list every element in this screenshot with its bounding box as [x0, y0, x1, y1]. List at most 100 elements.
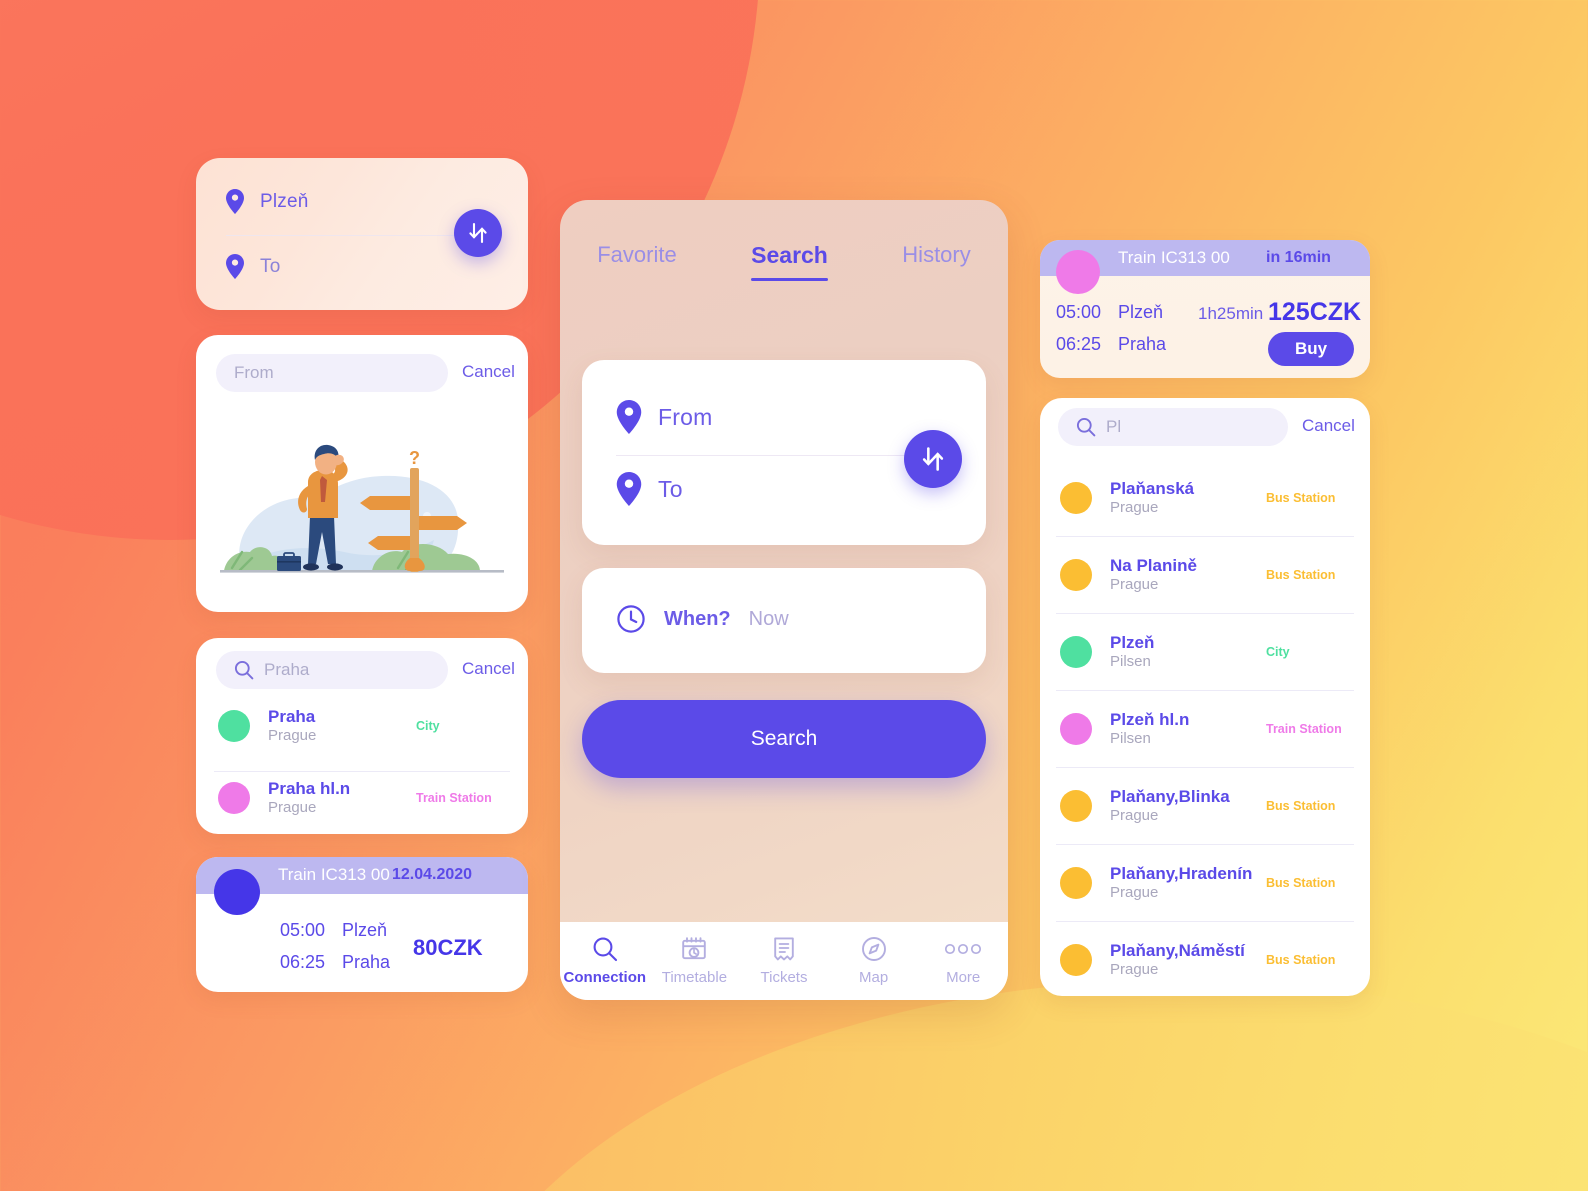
from-row[interactable]: From [616, 400, 712, 434]
station-search-value: Praha [264, 660, 310, 679]
from-search-illustration-card: From Cancel ? [196, 335, 528, 612]
ticket-price: 80CZK [413, 935, 483, 960]
departure-place: Plzeň [1118, 302, 1164, 322]
nav-label: More [946, 969, 981, 986]
list-item[interactable]: Plaňanská Prague Bus Station [1040, 460, 1370, 536]
nav-label: Tickets [760, 969, 808, 986]
station-name: Plaňany,Hradenín [1110, 864, 1253, 883]
tab-history[interactable]: History [902, 242, 970, 280]
search-icon [1076, 417, 1096, 437]
status-badge: Bus Station [1266, 953, 1336, 967]
nav-item-tickets[interactable]: Tickets [739, 936, 829, 986]
station-name: Plaňany,Náměstí [1110, 941, 1245, 960]
when-card[interactable]: When? Now [582, 568, 986, 673]
list-item[interactable]: Plaňany,Náměstí Prague Bus Station [1040, 922, 1370, 996]
departure-time: 05:00 [1056, 302, 1102, 322]
nav-item-more[interactable]: More [918, 936, 1008, 986]
status-dot-icon [1060, 636, 1092, 668]
route-from-row[interactable]: Plzeň [226, 189, 309, 214]
location-pin-icon [616, 400, 642, 434]
compass-icon [861, 936, 887, 962]
station-city: Prague [1110, 576, 1159, 594]
transport-badge-icon [1056, 250, 1100, 294]
ellipsis-icon [944, 936, 982, 962]
to-row[interactable]: To [616, 472, 683, 506]
status-dot-icon [218, 710, 250, 742]
swap-direction-button[interactable] [904, 430, 962, 488]
from-to-divider [616, 455, 916, 456]
station-name: Praha [268, 707, 316, 726]
location-pin-icon [226, 254, 244, 279]
phone-frame: Favorite Search History From To When? No… [560, 200, 1008, 1000]
cancel-button[interactable]: Cancel [462, 659, 515, 679]
location-pin-icon [616, 472, 642, 506]
ticket-price: 125CZK [1268, 298, 1362, 326]
station-city: Prague [268, 727, 317, 745]
bottom-navigation-bar: Connection Timetable Tickets Map More [560, 922, 1008, 1000]
station-results-card-left: Praha Cancel Praha Prague City Praha hl.… [196, 638, 528, 834]
route-to-row[interactable]: To [226, 254, 280, 279]
station-name: Plzeň [1110, 633, 1155, 652]
search-icon [234, 660, 254, 680]
ticket-card-right[interactable]: Train IC313 00 in 16min 05:00 Plzeň 06:2… [1040, 240, 1370, 378]
from-search-input[interactable]: From [216, 354, 448, 392]
tab-favorite[interactable]: Favorite [597, 242, 676, 280]
tab-bar: Favorite Search History [560, 242, 1008, 281]
list-item[interactable]: Praha hl.n Prague Train Station [196, 778, 528, 818]
arrival-time: 06:25 [280, 952, 326, 972]
station-city: Pilsen [1110, 730, 1151, 748]
to-placeholder: To [658, 475, 683, 502]
list-item[interactable]: Plaňany,Hradenín Prague Bus Station [1040, 845, 1370, 921]
station-city: Prague [1110, 807, 1159, 825]
station-search-input[interactable]: Praha [216, 651, 448, 689]
from-placeholder: From [658, 403, 713, 430]
list-item[interactable]: Plzeň hl.n Pilsen Train Station [1040, 691, 1370, 767]
nav-item-map[interactable]: Map [829, 936, 919, 986]
station-city: Prague [1110, 884, 1159, 902]
status-badge: Train Station [1266, 722, 1342, 736]
arrival-place: Praha [1118, 334, 1167, 354]
station-search-value: Pl [1106, 417, 1122, 436]
station-city: Prague [1110, 499, 1159, 517]
departure-time: 05:00 [280, 920, 326, 940]
status-dot-icon [1060, 944, 1092, 976]
status-badge: City [1266, 645, 1290, 659]
station-name: Plaňany,Blinka [1110, 787, 1230, 806]
trip-duration: 1h25min [1198, 304, 1264, 323]
when-value: Now [748, 607, 789, 630]
route-from-value: Plzeň [260, 190, 309, 212]
cancel-button[interactable]: Cancel [1302, 416, 1355, 436]
list-item[interactable]: Plaňany,Blinka Prague Bus Station [1040, 768, 1370, 844]
nav-item-timetable[interactable]: Timetable [650, 936, 740, 986]
buy-button[interactable]: Buy [1268, 332, 1354, 366]
list-item[interactable]: Praha Prague City [196, 706, 528, 746]
station-city: Prague [1110, 961, 1159, 979]
route-to-placeholder: To [260, 255, 281, 277]
list-item[interactable]: Plzeň Pilsen City [1040, 614, 1370, 690]
ticket-eta: in 16min [1266, 249, 1331, 266]
nav-label: Timetable [661, 969, 728, 986]
swap-vertical-icon [469, 222, 487, 244]
station-search-input[interactable]: Pl [1058, 408, 1288, 446]
list-item[interactable]: Na Planině Prague Bus Station [1040, 537, 1370, 613]
from-search-placeholder: From [234, 363, 274, 382]
station-city: Pilsen [1110, 653, 1151, 671]
confused-traveller-signpost-illustration: ? [212, 440, 512, 600]
tab-search[interactable]: Search [751, 242, 828, 281]
status-badge: City [416, 719, 440, 733]
status-badge: Bus Station [1266, 876, 1336, 890]
status-dot-icon [1060, 713, 1092, 745]
search-button[interactable]: Search [582, 700, 986, 778]
status-dot-icon [1060, 482, 1092, 514]
ticket-card-left[interactable]: Train IC313 00 12.04.2020 05:00 Plzeň 06… [196, 857, 528, 992]
nav-item-connection[interactable]: Connection [560, 936, 650, 986]
nav-label: Map [858, 969, 889, 986]
status-badge: Bus Station [1266, 568, 1336, 582]
clock-icon [616, 604, 646, 634]
cancel-button[interactable]: Cancel [462, 362, 515, 382]
status-badge: Bus Station [1266, 491, 1336, 505]
status-badge: Train Station [416, 791, 492, 805]
status-dot-icon [1060, 867, 1092, 899]
route-divider [226, 235, 462, 236]
swap-direction-button[interactable] [454, 209, 502, 257]
